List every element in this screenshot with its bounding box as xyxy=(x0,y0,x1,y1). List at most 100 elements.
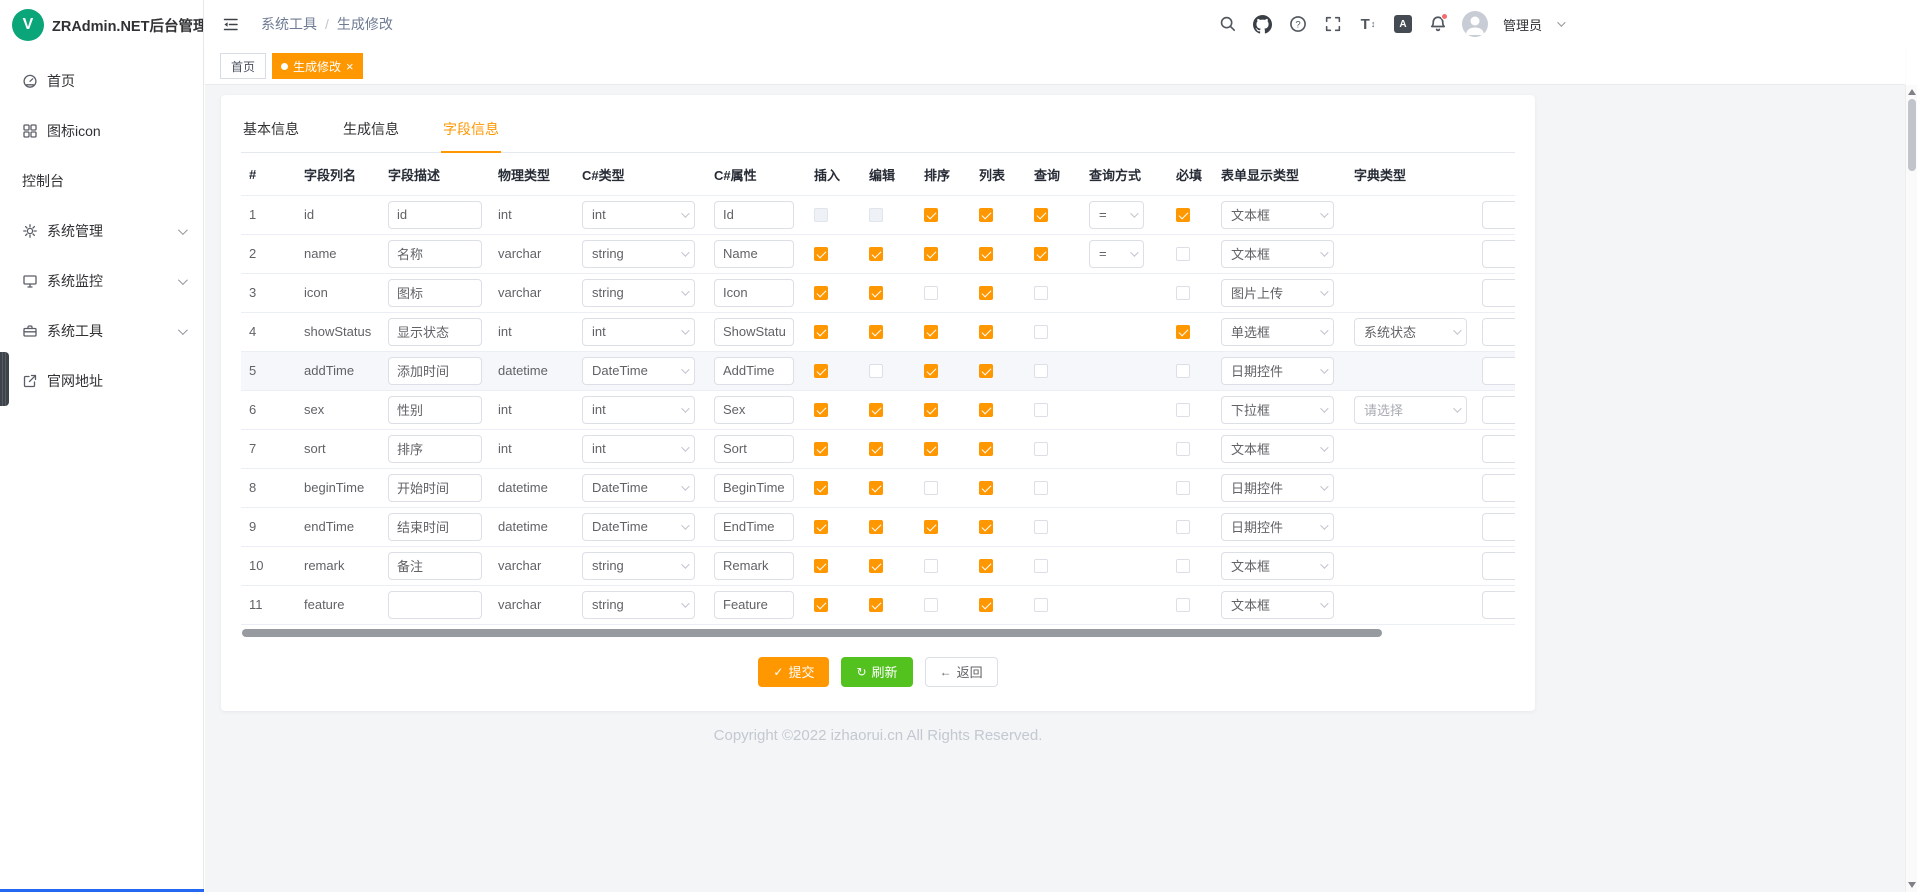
sort-checkbox[interactable] xyxy=(924,208,938,222)
edit-checkbox[interactable] xyxy=(869,559,883,573)
edit-checkbox[interactable] xyxy=(869,442,883,456)
insert-checkbox[interactable] xyxy=(814,598,828,612)
sort-checkbox[interactable] xyxy=(924,598,938,612)
cs-type-select[interactable]: string xyxy=(582,240,695,268)
cs-attr-input[interactable] xyxy=(714,357,794,385)
list-checkbox[interactable] xyxy=(979,403,993,417)
field-desc-input[interactable] xyxy=(388,318,482,346)
field-desc-input[interactable] xyxy=(388,279,482,307)
submit-button[interactable]: ✓ 提交 xyxy=(758,657,829,687)
insert-checkbox[interactable] xyxy=(814,403,828,417)
cs-attr-input[interactable] xyxy=(714,474,794,502)
cs-attr-input[interactable] xyxy=(714,591,794,619)
extra-input[interactable] xyxy=(1482,201,1515,229)
close-icon[interactable]: × xyxy=(346,60,354,73)
sidebar-item-icons[interactable]: 图标icon xyxy=(0,106,203,156)
sort-checkbox[interactable] xyxy=(924,520,938,534)
cs-type-select[interactable]: int xyxy=(582,435,695,463)
list-checkbox[interactable] xyxy=(979,325,993,339)
font-size-icon[interactable]: T↕ xyxy=(1357,13,1379,35)
breadcrumb-item[interactable]: 系统工具 xyxy=(261,14,317,34)
required-checkbox[interactable] xyxy=(1176,442,1190,456)
cs-attr-input[interactable] xyxy=(714,240,794,268)
sidebar-fold-icon[interactable] xyxy=(219,13,241,35)
query-checkbox[interactable] xyxy=(1034,208,1048,222)
query-checkbox[interactable] xyxy=(1034,520,1048,534)
edit-checkbox[interactable] xyxy=(869,247,883,261)
field-desc-input[interactable] xyxy=(388,357,482,385)
query-op-select[interactable]: = xyxy=(1089,240,1144,268)
dict-type-select[interactable]: 系统状态 xyxy=(1354,318,1467,346)
display-type-select[interactable]: 文本框 xyxy=(1221,591,1334,619)
list-checkbox[interactable] xyxy=(979,481,993,495)
bell-icon[interactable] xyxy=(1427,13,1449,35)
sort-checkbox[interactable] xyxy=(924,247,938,261)
query-checkbox[interactable] xyxy=(1034,481,1048,495)
extra-input[interactable] xyxy=(1482,396,1515,424)
required-checkbox[interactable] xyxy=(1176,208,1190,222)
vertical-scrollbar-thumb[interactable] xyxy=(1908,99,1916,171)
insert-checkbox[interactable] xyxy=(814,247,828,261)
field-desc-input[interactable] xyxy=(388,474,482,502)
cs-type-select[interactable]: DateTime xyxy=(582,513,695,541)
tag-home[interactable]: 首页 xyxy=(220,53,266,79)
sort-checkbox[interactable] xyxy=(924,559,938,573)
query-checkbox[interactable] xyxy=(1034,442,1048,456)
required-checkbox[interactable] xyxy=(1176,325,1190,339)
sidebar-drag-handle[interactable] xyxy=(0,352,9,406)
back-button[interactable]: ← 返回 xyxy=(925,657,998,687)
extra-input[interactable] xyxy=(1482,279,1515,307)
tab-field-info[interactable]: 字段信息 xyxy=(441,115,501,152)
field-desc-input[interactable] xyxy=(388,591,482,619)
query-checkbox[interactable] xyxy=(1034,364,1048,378)
display-type-select[interactable]: 文本框 xyxy=(1221,435,1334,463)
required-checkbox[interactable] xyxy=(1176,364,1190,378)
edit-checkbox[interactable] xyxy=(869,325,883,339)
fullscreen-icon[interactable] xyxy=(1322,13,1344,35)
insert-checkbox[interactable] xyxy=(814,520,828,534)
cs-attr-input[interactable] xyxy=(714,396,794,424)
cs-type-select[interactable]: int xyxy=(582,396,695,424)
query-checkbox[interactable] xyxy=(1034,286,1048,300)
required-checkbox[interactable] xyxy=(1176,559,1190,573)
tab-generate-info[interactable]: 生成信息 xyxy=(341,115,401,152)
display-type-select[interactable]: 图片上传 xyxy=(1221,279,1334,307)
sort-checkbox[interactable] xyxy=(924,364,938,378)
sidebar-item-system-manage[interactable]: 系统管理 xyxy=(0,206,203,256)
cs-attr-input[interactable] xyxy=(714,513,794,541)
refresh-button[interactable]: ↻ 刷新 xyxy=(841,657,912,687)
field-desc-input[interactable] xyxy=(388,201,482,229)
cs-attr-input[interactable] xyxy=(714,435,794,463)
cs-type-select[interactable]: DateTime xyxy=(582,357,695,385)
field-desc-input[interactable] xyxy=(388,240,482,268)
dict-type-select[interactable]: 请选择 xyxy=(1354,396,1467,424)
sort-checkbox[interactable] xyxy=(924,481,938,495)
edit-checkbox[interactable] xyxy=(869,403,883,417)
required-checkbox[interactable] xyxy=(1176,598,1190,612)
help-icon[interactable]: ? xyxy=(1287,13,1309,35)
tag-generate-edit[interactable]: 生成修改 × xyxy=(272,53,363,79)
list-checkbox[interactable] xyxy=(979,520,993,534)
list-checkbox[interactable] xyxy=(979,247,993,261)
insert-checkbox[interactable] xyxy=(814,325,828,339)
list-checkbox[interactable] xyxy=(979,208,993,222)
display-type-select[interactable]: 日期控件 xyxy=(1221,357,1334,385)
list-checkbox[interactable] xyxy=(979,598,993,612)
edit-checkbox[interactable] xyxy=(869,598,883,612)
vertical-scrollbar[interactable] xyxy=(1905,85,1917,892)
horizontal-scrollbar-thumb[interactable] xyxy=(242,629,1382,637)
language-icon[interactable]: A xyxy=(1392,13,1414,35)
cs-type-select[interactable]: int xyxy=(582,318,695,346)
sidebar-item-console[interactable]: 控制台 xyxy=(0,156,203,206)
field-desc-input[interactable] xyxy=(388,552,482,580)
display-type-select[interactable]: 文本框 xyxy=(1221,240,1334,268)
extra-input[interactable] xyxy=(1482,552,1515,580)
extra-input[interactable] xyxy=(1482,357,1515,385)
display-type-select[interactable]: 文本框 xyxy=(1221,552,1334,580)
sidebar-item-system-tools[interactable]: 系统工具 xyxy=(0,306,203,356)
query-checkbox[interactable] xyxy=(1034,247,1048,261)
sort-checkbox[interactable] xyxy=(924,403,938,417)
list-checkbox[interactable] xyxy=(979,286,993,300)
insert-checkbox[interactable] xyxy=(814,559,828,573)
extra-input[interactable] xyxy=(1482,513,1515,541)
